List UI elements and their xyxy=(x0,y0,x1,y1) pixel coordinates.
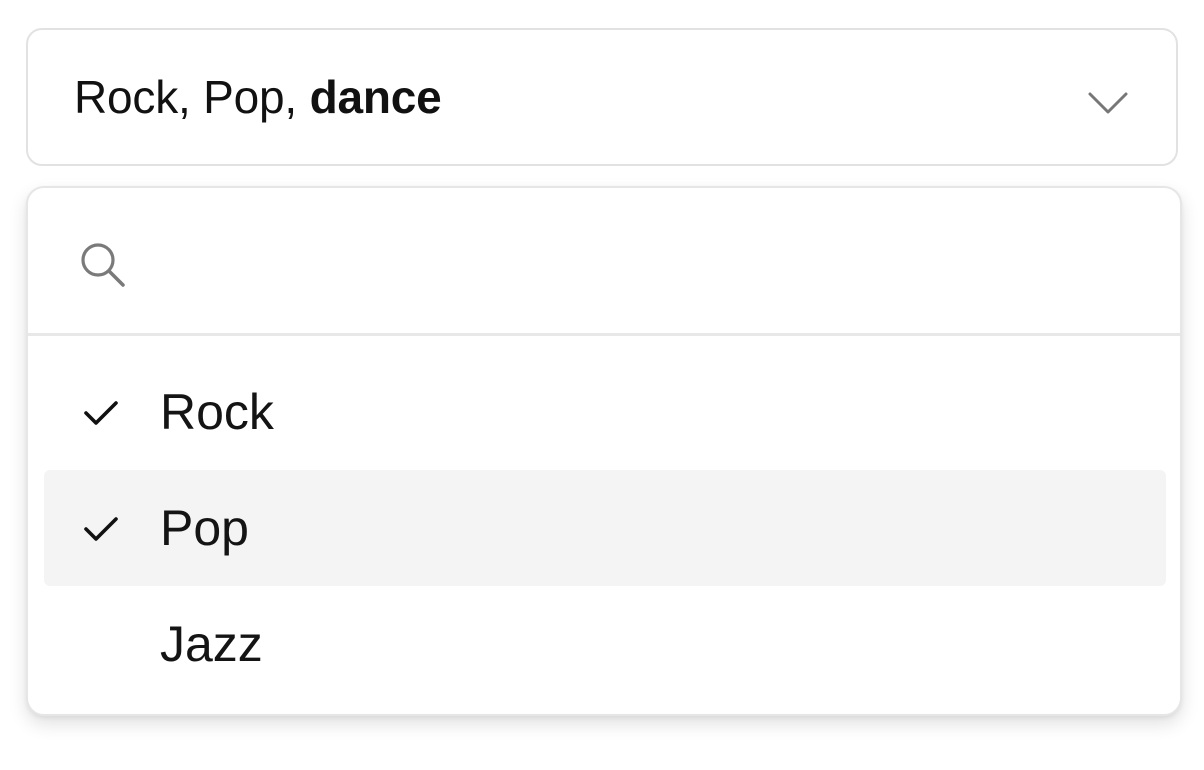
selected-values-plain: Rock, Pop, xyxy=(74,71,310,123)
option-jazz[interactable]: Jazz xyxy=(44,586,1166,702)
option-label: Rock xyxy=(160,384,274,440)
chevron-down-icon[interactable] xyxy=(1086,86,1130,118)
search-icon xyxy=(81,243,125,287)
dropdown-panel: Rock Pop Jazz xyxy=(26,186,1182,716)
option-pop[interactable]: Pop xyxy=(44,470,1166,586)
selected-values-bold: dance xyxy=(309,71,442,123)
search-input[interactable] xyxy=(148,228,1132,300)
option-rock[interactable]: Rock xyxy=(44,354,1166,470)
check-icon xyxy=(84,517,118,541)
option-label: Pop xyxy=(160,500,249,556)
search-row xyxy=(28,188,1180,336)
genre-select-trigger[interactable]: Rock, Pop, dance xyxy=(26,28,1178,166)
multi-select-widget: Rock, Pop, dance Rock Pop Jazz xyxy=(0,0,1204,770)
selected-values: Rock, Pop, dance xyxy=(74,74,442,120)
option-label: Jazz xyxy=(160,616,263,672)
check-icon xyxy=(84,401,118,425)
